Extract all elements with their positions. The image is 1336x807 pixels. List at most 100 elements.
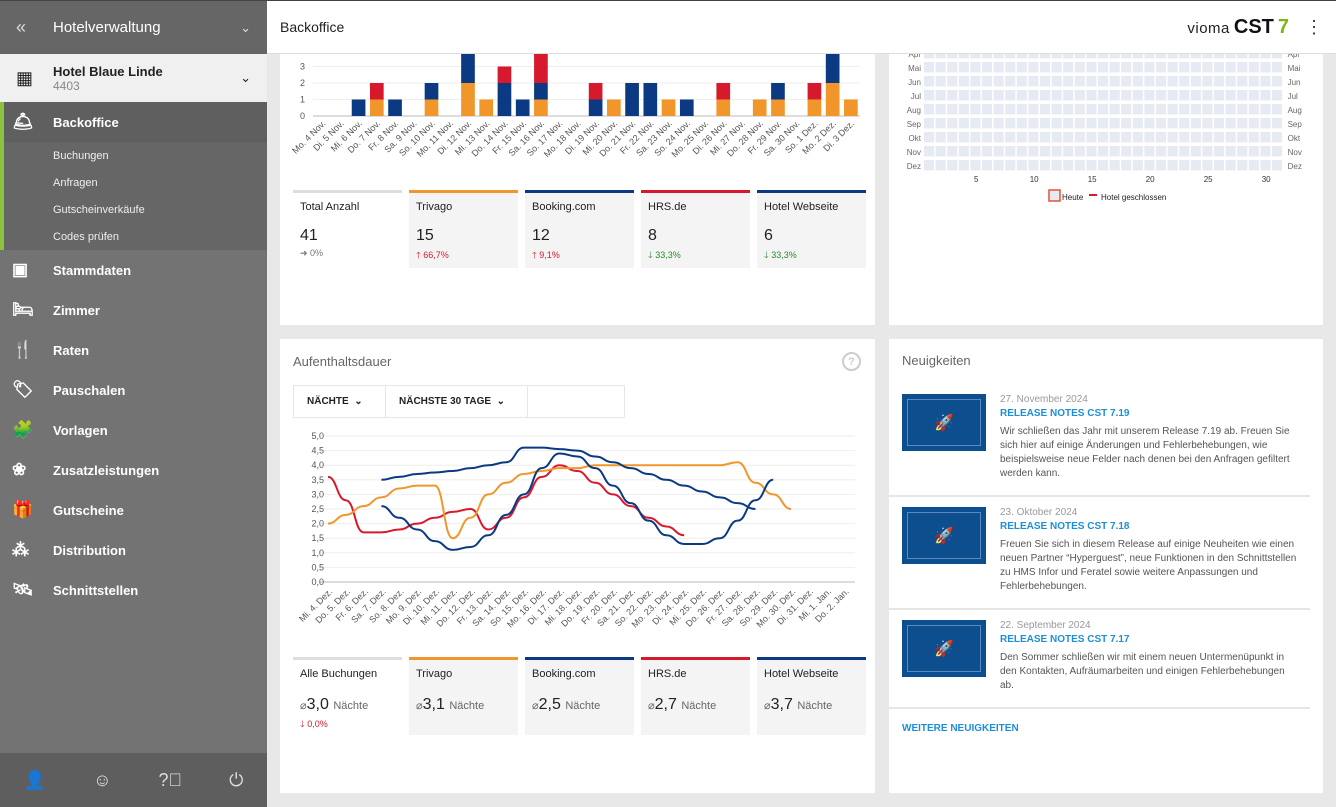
news-thumbnail[interactable]: 🚀 <box>902 507 986 564</box>
sidebar-subitem-buchungen[interactable]: Buchungen <box>4 142 267 169</box>
user-icon[interactable]: 👤 <box>24 770 46 791</box>
calendar-day <box>1237 146 1248 157</box>
news-title-link[interactable]: RELEASE NOTES CST 7.17 <box>1000 634 1297 645</box>
calendar-day <box>935 104 946 115</box>
month-label: Jun <box>908 78 921 87</box>
news-title-link[interactable]: RELEASE NOTES CST 7.19 <box>1000 408 1297 419</box>
kpi-trivago[interactable]: Trivago 15 🡑 66,7% <box>409 190 518 268</box>
kpi-hrs[interactable]: HRS.de 8 🡓 33,3% <box>641 190 750 268</box>
sidebar-item-stammdaten[interactable]: ▣ Stammdaten <box>0 250 267 290</box>
kpi-website[interactable]: Hotel Webseite ⌀3,7 Nächte <box>757 657 866 735</box>
calendar-day <box>1016 104 1027 115</box>
legend-today-swatch <box>1048 189 1061 202</box>
calendar-day <box>1272 160 1283 171</box>
calendar-day <box>1109 160 1120 171</box>
calendar-day <box>982 76 993 87</box>
hotel-selector[interactable]: ▦ Hotel Blaue Linde 4403 ⌄ <box>0 54 267 102</box>
sidebar-subitem-gutscheinverkaeufe[interactable]: Gutscheinverkäufe <box>4 196 267 223</box>
bar-segment <box>588 99 603 116</box>
sidebar-item-zusatzleistungen[interactable]: ❀ Zusatzleistungen <box>0 450 267 490</box>
day-tick-label: 25 <box>1204 175 1213 184</box>
period-dropdown[interactable]: NÄCHSTE 30 TAGE ⌄ <box>386 386 528 417</box>
average-icon: ⌀ <box>532 700 539 712</box>
calendar-day <box>1028 132 1039 143</box>
calendar-day <box>1167 118 1178 129</box>
kpi-trivago[interactable]: Trivago ⌀3,1 Nächte <box>409 657 518 735</box>
sidebar-item-label: Gutscheine <box>53 502 124 518</box>
sidebar-item-backoffice[interactable]: 🛎 Backoffice <box>4 102 267 142</box>
sidebar-item-distribution[interactable]: ⁂ Distribution <box>0 530 267 570</box>
calendar-day <box>1225 132 1236 143</box>
calendar-day <box>1051 76 1062 87</box>
calendar-day <box>1086 118 1097 129</box>
calendar-day <box>958 132 969 143</box>
sidebar-item-pauschalen[interactable]: 🏷 Pauschalen <box>0 370 267 410</box>
month-label: Dez <box>1288 162 1302 171</box>
sidebar-item-raten[interactable]: 🍴 Raten <box>0 330 267 370</box>
month-label: Nov <box>907 148 921 157</box>
calendar-day <box>1272 132 1283 143</box>
sidebar-subitem-codes-pruefen[interactable]: Codes prüfen <box>4 223 267 250</box>
calendar-day <box>1005 62 1016 73</box>
help-icon[interactable]: ?⃝ <box>159 770 183 791</box>
calendar-day <box>1063 104 1074 115</box>
help-icon[interactable]: ? <box>842 352 861 371</box>
calendar-day <box>947 104 958 115</box>
month-label: Sep <box>1288 120 1303 129</box>
calendar-day <box>1051 118 1062 129</box>
more-news-link[interactable]: WEITERE NEUIGKEITEN <box>889 709 1310 748</box>
sidebar-item-gutscheine[interactable]: 🎁 Gutscheine <box>0 490 267 530</box>
more-options-icon[interactable]: ⋮ <box>1305 17 1323 38</box>
filter-bar: NÄCHTE ⌄ NÄCHSTE 30 TAGE ⌄ <box>293 385 625 418</box>
kpi-booking[interactable]: Booking.com 12 🡑 9,1% <box>525 190 634 268</box>
calendar-day <box>958 62 969 73</box>
calendar-day <box>1028 160 1039 171</box>
calendar-day <box>935 132 946 143</box>
news-thumbnail[interactable]: 🚀 <box>902 620 986 677</box>
sidebar-subitem-anfragen[interactable]: Anfragen <box>4 169 267 196</box>
bar-segment <box>369 99 384 116</box>
bed-icon: 🛏 <box>12 300 34 319</box>
news-date: 23. Oktober 2024 <box>1000 507 1078 518</box>
calendar-day <box>1109 90 1120 101</box>
kpi-website[interactable]: Hotel Webseite 6 🡓 33,3% <box>757 190 866 268</box>
average-icon: ⌀ <box>764 700 771 712</box>
calendar-day <box>1156 76 1167 87</box>
kpi-hrs[interactable]: HRS.de ⌀2,7 Nächte <box>641 657 750 735</box>
calendar-day <box>1179 90 1190 101</box>
month-label: Apr <box>909 54 922 59</box>
calendar-day <box>1040 76 1051 87</box>
metric-dropdown[interactable]: NÄCHTE ⌄ <box>294 386 386 417</box>
app-switcher[interactable]: « Hotelverwaltung ⌄ <box>0 0 267 54</box>
calendar-day <box>1132 54 1143 59</box>
collapse-sidebar-icon[interactable]: « <box>16 17 53 38</box>
power-icon[interactable]: ⏻ <box>229 770 243 791</box>
tags-icon: 🏷 <box>12 380 34 399</box>
calendar-day <box>1121 104 1132 115</box>
bookings-kpis: Total Anzahl 41 ➜ 0% Trivago 15 🡑 66,7% … <box>293 190 866 268</box>
kpi-booking[interactable]: Booking.com ⌀2,5 Nächte <box>525 657 634 735</box>
y-tick-label: 4,5 <box>311 446 324 456</box>
calendar-day <box>1202 160 1213 171</box>
calendar-day <box>1179 132 1190 143</box>
kpi-value: 41 <box>300 227 318 244</box>
bar-segment <box>825 54 840 83</box>
empty-filter-slot[interactable] <box>528 386 624 417</box>
calendar-day <box>1016 118 1027 129</box>
kpi-change-value: 33,3% <box>771 250 797 260</box>
kpi-total[interactable]: Total Anzahl 41 ➜ 0% <box>293 190 402 268</box>
sidebar-item-vorlagen[interactable]: 🧩 Vorlagen <box>0 410 267 450</box>
kpi-value: 15 <box>416 227 434 244</box>
bar-segment <box>479 99 494 116</box>
kpi-all-bookings[interactable]: Alle Buchungen ⌀3,0 Nächte 🡓 0,0% <box>293 657 402 735</box>
news-title-link[interactable]: RELEASE NOTES CST 7.18 <box>1000 521 1297 532</box>
smiley-icon[interactable]: ☺ <box>93 770 111 791</box>
sidebar-item-zimmer[interactable]: 🛏 Zimmer <box>0 290 267 330</box>
sidebar-item-schnittstellen[interactable]: 🛰 Schnittstellen <box>0 570 267 610</box>
cutlery-icon: 🍴 <box>12 340 34 359</box>
bookings-card: 01234Mo. 4 Nov.Di. 5 Nov.Mi. 6 Nov.Do. 7… <box>280 54 875 325</box>
calendar-day <box>924 90 935 101</box>
news-thumbnail[interactable]: 🚀 <box>902 394 986 451</box>
calendar-day <box>1214 76 1225 87</box>
calendar-day <box>1167 62 1178 73</box>
